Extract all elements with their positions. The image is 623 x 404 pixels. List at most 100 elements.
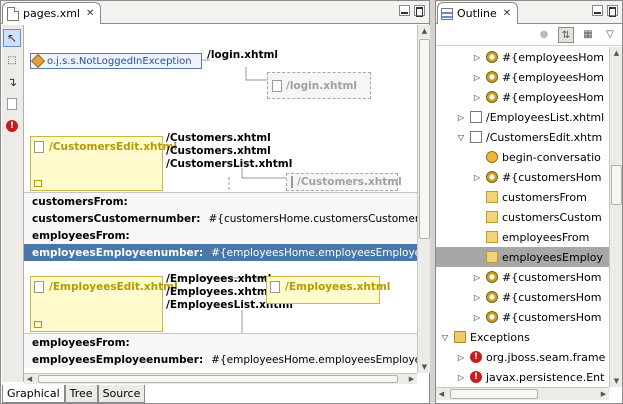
param-row-selected[interactable]: employeesEmployeenumber: #{employeesHome.… [24, 244, 417, 261]
editor-vertical-scrollbar[interactable]: ▲ ▼ [417, 25, 430, 373]
view-menu-icon[interactable]: ▽ [602, 27, 618, 43]
page-icon [291, 176, 293, 188]
link-with-editor-icon[interactable]: ⇅ [558, 27, 574, 43]
param-row[interactable]: employeesFrom: [24, 334, 417, 351]
collapse-all-icon[interactable]: ● [536, 27, 552, 43]
filter-icon[interactable]: ▦ [580, 27, 596, 43]
param-row[interactable]: employeesEmployeenumber: #{employeesHome.… [24, 351, 417, 368]
editor-horizontal-scrollbar[interactable]: ◀ ▶ [24, 373, 417, 384]
param-row[interactable]: customersFrom: [24, 193, 417, 210]
scroll-down-icon[interactable]: ▼ [611, 375, 622, 387]
customers-edit-title: /CustomersEdit.xhtml [49, 141, 178, 153]
connection-tool-icon[interactable]: ↴ [3, 73, 21, 91]
expand-toggle-icon[interactable]: ▷ [472, 173, 482, 182]
outline-horizontal-scrollbar[interactable]: ◀ ▶ [436, 387, 609, 400]
tab-tree[interactable]: Tree [64, 385, 98, 403]
outline-tree-item[interactable]: begin-conversatio [436, 147, 609, 167]
employees-page-node[interactable]: /Employees.xhtml [266, 276, 390, 304]
minimize-icon[interactable] [399, 5, 410, 16]
outline-tree-item[interactable]: ▷ #{customersHom [436, 267, 609, 287]
expand-toggle-icon[interactable]: ▷ [472, 93, 482, 102]
outline-tree-item[interactable]: employeesFrom [436, 227, 609, 247]
tab-graphical[interactable]: Graphical [2, 385, 65, 403]
login-page-ghost-node[interactable]: /login.xhtml [267, 72, 371, 99]
outline-tree-item[interactable]: customersFrom [436, 187, 609, 207]
expand-toggle-icon[interactable]: ▷ [472, 73, 482, 82]
expand-toggle-icon[interactable]: ▷ [472, 53, 482, 62]
outline-tree-item[interactable]: customersCustom [436, 207, 609, 227]
palette: ↖ ⬚ ↴ ! [2, 25, 24, 382]
outline-tree-item[interactable]: ▷ #{employeesHom [436, 47, 609, 67]
outline-tree-item[interactable]: ▽ /CustomersEdit.xhtm [436, 127, 609, 147]
collapse-icon[interactable] [34, 180, 42, 187]
outline-tree-item[interactable]: ▷ #{customersHom [436, 287, 609, 307]
expand-toggle-icon[interactable]: ▷ [456, 113, 466, 122]
expand-toggle-icon[interactable]: ▷ [472, 313, 482, 322]
expand-toggle-icon[interactable]: ▷ [456, 373, 466, 382]
scroll-up-icon[interactable]: ▲ [419, 25, 430, 37]
outline-icon [441, 7, 453, 20]
param-row[interactable]: customersCustomernumber: #{customersHome.… [24, 210, 417, 227]
outline-item-label: #{employeesHom [502, 70, 604, 84]
expand-toggle-icon[interactable]: ▽ [456, 133, 466, 142]
employees-target-title: /Employees.xhtml [285, 281, 391, 293]
outline-tree-item[interactable]: ▷! javax.persistence.Ent [436, 367, 609, 387]
component-icon [486, 71, 498, 83]
outline-tree-item[interactable]: ▷ /EmployeesList.xhtml [436, 107, 609, 127]
maximize-icon[interactable] [607, 5, 618, 16]
outline-tab[interactable]: Outline ✕ [437, 2, 519, 24]
scroll-thumb[interactable] [611, 165, 622, 205]
outline-tree-item[interactable]: ▷ #{employeesHom [436, 87, 609, 107]
editor-tab-pages-xml[interactable]: pages.xml ✕ [2, 2, 102, 24]
page-tool-icon[interactable] [3, 95, 21, 113]
expand-toggle-icon[interactable]: ▷ [472, 273, 482, 282]
select-tool-icon[interactable]: ↖ [3, 29, 21, 47]
scroll-right-icon[interactable]: ▶ [406, 373, 417, 385]
outline-item-label: #{customersHom [502, 310, 602, 324]
employees-edit-page-node[interactable]: /EmployeesEdit.xhtml [30, 276, 178, 332]
customers-edit-page-node[interactable]: /CustomersEdit.xhtml [30, 136, 177, 191]
scroll-right-icon[interactable]: ▶ [598, 388, 609, 400]
login-connection [202, 59, 268, 81]
expand-toggle-icon[interactable]: ▷ [456, 353, 466, 362]
employees-edit-title: /EmployeesEdit.xhtml [49, 281, 178, 293]
param-row[interactable]: employeesFrom: [24, 227, 417, 244]
param-icon [486, 191, 498, 203]
exception-label: o.j.s.s.NotLoggedInException [47, 55, 192, 67]
expand-toggle-icon[interactable]: ▷ [472, 293, 482, 302]
scroll-left-icon[interactable]: ◀ [436, 388, 447, 400]
scroll-thumb[interactable] [450, 389, 538, 399]
exception-node[interactable]: o.j.s.s.NotLoggedInException [30, 53, 202, 69]
customers-page-ghost-node[interactable]: /Customers.xhtml [286, 173, 402, 191]
maximize-icon[interactable] [414, 5, 425, 16]
collapse-icon[interactable] [34, 321, 42, 328]
outline-tree[interactable]: ▷ #{employeesHom ▷ #{employeesHom ▷ #{employe… [436, 47, 609, 387]
outline-tree-item[interactable]: ▷ #{employeesHom [436, 67, 609, 87]
param-name: employeesEmployeenumber: [32, 353, 204, 366]
scroll-up-icon[interactable]: ▲ [611, 47, 622, 59]
outline-tree-item[interactable]: employeesEmploy [436, 247, 609, 267]
minimize-icon[interactable] [592, 5, 603, 16]
expand-toggle-icon[interactable]: ▽ [440, 333, 450, 342]
outline-tree-item[interactable]: ▷ #{customersHom [436, 167, 609, 187]
outline-tree-item[interactable]: ▷ #{customersHom [436, 307, 609, 327]
scroll-left-icon[interactable]: ◀ [24, 373, 35, 385]
param-value: #{employeesHome.employeesEmployeenumber} [211, 353, 417, 366]
outline-item-label: customersCustom [502, 210, 602, 224]
scroll-thumb[interactable] [38, 375, 398, 383]
marquee-tool-icon[interactable]: ⬚ [3, 51, 21, 69]
close-icon[interactable]: ✕ [503, 8, 511, 19]
exception-tool-icon[interactable]: ! [3, 117, 21, 135]
diagram-canvas[interactable]: o.j.s.s.NotLoggedInException /login.xhtm… [24, 25, 417, 373]
outline-tree-item[interactable]: ▽ Exceptions [436, 327, 609, 347]
tab-source[interactable]: Source [97, 385, 146, 403]
exception-icon: ! [470, 351, 482, 363]
outline-tree-item[interactable]: ▷! org.jboss.seam.frame [436, 347, 609, 367]
scroll-thumb[interactable] [419, 39, 430, 239]
exception-icon: ! [470, 371, 482, 383]
outline-vertical-scrollbar[interactable]: ▲ ▼ [609, 47, 622, 387]
close-icon[interactable]: ✕ [86, 8, 94, 19]
outline-tab-label: Outline [457, 7, 497, 20]
scroll-down-icon[interactable]: ▼ [419, 361, 430, 373]
pages-editor: pages.xml ✕ ↖ ⬚ ↴ ! o.j.s.s.NotLoggedInE… [0, 0, 430, 404]
